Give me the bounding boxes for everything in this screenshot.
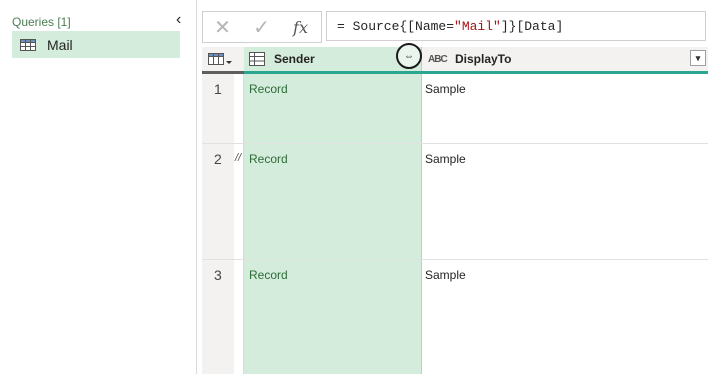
data-grid: Sender ABC DisplayTo ▾ 1 Record Sample 2… — [202, 47, 708, 374]
cell-displayto[interactable]: Sample — [422, 144, 708, 259]
query-item-label: Mail — [47, 36, 73, 53]
column-label-sender: Sender — [274, 52, 315, 66]
row-number: 3 — [202, 260, 234, 374]
queries-pane: Queries [1] ‹ Mail — [0, 0, 197, 374]
grid-header: Sender ABC DisplayTo ▾ — [202, 47, 708, 72]
column-filter-dropdown[interactable]: ▾ — [690, 50, 706, 66]
query-item-mail[interactable]: Mail — [12, 31, 180, 58]
table-row: 2 // Record Sample — [202, 144, 708, 260]
table-icon — [249, 52, 265, 66]
column-label-displayto: DisplayTo — [455, 52, 512, 66]
column-header-sender[interactable]: Sender — [244, 47, 422, 71]
column-header-displayto[interactable]: ABC DisplayTo ▾ — [422, 47, 708, 71]
row-resize-icon: // — [235, 152, 242, 164]
cancel-icon[interactable]: ✕ — [203, 12, 242, 42]
expand-column-icon[interactable]: ⇔ — [396, 43, 422, 69]
formula-input[interactable]: = Source{[Name="Mail"]}[Data] — [326, 11, 706, 41]
table-icon — [20, 38, 36, 51]
cell-sender[interactable]: Record — [244, 74, 422, 143]
table-menu-button[interactable] — [202, 47, 245, 71]
formula-string: "Mail" — [454, 19, 501, 34]
table-menu-icon — [208, 53, 232, 65]
formula-prefix: = Source{[Name= — [337, 19, 455, 34]
row-gap — [234, 74, 244, 143]
cell-sender[interactable]: Record — [244, 260, 422, 374]
formula-controls: ✕ ✓ fx — [202, 11, 322, 43]
cell-displayto[interactable]: Sample — [422, 74, 708, 143]
row-number: 1 — [202, 74, 234, 143]
cell-displayto[interactable]: Sample — [422, 260, 708, 374]
queries-header: Queries [1] — [12, 15, 71, 29]
formula-suffix: ]}[Data] — [500, 19, 564, 34]
cell-sender[interactable]: Record — [244, 144, 422, 259]
collapse-pane-icon[interactable]: ‹ — [176, 12, 188, 28]
fx-icon[interactable]: fx — [281, 12, 320, 42]
row-gap: // — [234, 144, 244, 259]
table-row: 1 Record Sample — [202, 74, 708, 144]
table-row: 3 Record Sample — [202, 260, 708, 374]
row-gap — [234, 260, 244, 374]
abc-icon: ABC — [428, 53, 448, 65]
commit-icon[interactable]: ✓ — [242, 12, 281, 42]
row-number: 2 — [202, 144, 234, 259]
